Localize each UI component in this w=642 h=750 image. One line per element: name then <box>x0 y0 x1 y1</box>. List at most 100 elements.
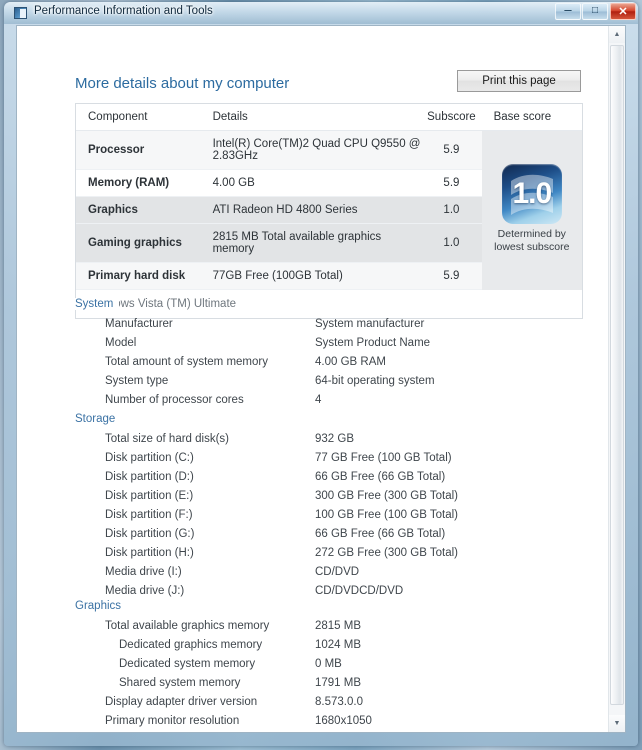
minimize-button[interactable]: – <box>555 3 581 20</box>
row-component: Memory (RAM) <box>76 169 201 197</box>
section-storage-label: Storage <box>75 413 116 425</box>
detail-value: 4.00 GB RAM <box>315 356 386 368</box>
base-caption-line-1: Determined by <box>497 228 566 240</box>
maximize-icon: □ <box>591 5 599 16</box>
detail-key: Model <box>105 337 137 349</box>
detail-row: Disk partition (C:) 77 GB Free (100 GB To… <box>75 452 583 471</box>
detail-row: Disk partition (D:) 66 GB Free (66 GB Tot… <box>75 471 583 490</box>
header-base-score: Base score <box>481 104 582 131</box>
minimize-icon: – <box>564 2 572 17</box>
detail-value: 64-bit operating system <box>315 375 435 387</box>
detail-value: 66 GB Free (66 GB Total) <box>315 528 446 540</box>
row-details: 77GB Free (100GB Total) <box>200 262 422 290</box>
detail-key: Shared system memory <box>119 677 241 689</box>
detail-row: Manufacturer System manufacturer <box>75 318 583 337</box>
detail-key: Total size of hard disk(s) <box>105 433 229 445</box>
row-subscore: 1.0 <box>421 223 482 263</box>
detail-row: System type 64-bit operating system <box>75 375 583 394</box>
vertical-scrollbar[interactable]: ▲ ▼ <box>608 26 625 732</box>
table-header-row: Component Details Subscore Base score <box>76 104 582 131</box>
row-details: 2815 MB Total available graphics memory <box>200 223 422 263</box>
detail-value: 4 <box>315 394 322 406</box>
detail-row: Disk partition (F:) 100 GB Free (100 GB T… <box>75 509 583 528</box>
section-storage-header: Storage <box>75 413 583 428</box>
detail-value: 66 GB Free (66 GB Total) <box>315 471 446 483</box>
row-details: 4.00 GB <box>200 169 422 197</box>
row-details: Intel(R) Core(TM)2 Quad CPU Q9550 @ 2.83… <box>200 130 422 170</box>
detail-key: System type <box>105 375 169 387</box>
detail-key: Dedicated graphics memory <box>119 639 263 651</box>
detail-row: Shared system memory 1791 MB <box>75 677 583 696</box>
section-graphics-header: Graphics <box>75 600 583 615</box>
detail-value: 1680x1050 <box>315 715 372 727</box>
section-storage: Storage Total size of hard disk(s) 932 GB… <box>75 413 583 604</box>
detail-key: Primary monitor resolution <box>105 715 240 727</box>
detail-value: 932 GB <box>315 433 354 445</box>
base-score-value: 1.0 <box>512 177 552 210</box>
detail-value: 100 GB Free (100 GB Total) <box>315 509 458 521</box>
header-details: Details <box>200 104 422 131</box>
client-area: More details about my computer Print thi… <box>16 25 626 733</box>
section-system-rows: Manufacturer System manufacturer Model Sys… <box>75 318 583 413</box>
maximize-button[interactable]: □ <box>582 3 608 20</box>
window-title: Performance Information and Tools <box>34 5 213 17</box>
detail-key: Manufacturer <box>105 318 173 330</box>
scroll-down-icon[interactable]: ▼ <box>609 715 625 732</box>
detail-row: Disk partition (E:) 300 GB Free (300 GB T… <box>75 490 583 509</box>
detail-key: Total available graphics memory <box>105 620 270 632</box>
detail-row: Number of processor cores 4 <box>75 394 583 413</box>
detail-row: Dedicated system memory 0 MB <box>75 658 583 677</box>
detail-row: Model System Product Name <box>75 337 583 356</box>
section-system: System Manufacturer System manufacturer M… <box>75 298 583 413</box>
title-bar[interactable]: Performance Information and Tools – □ ✕ <box>4 2 638 24</box>
close-icon: ✕ <box>618 6 628 18</box>
row-component: Gaming graphics <box>76 223 201 263</box>
scrollbar-thumb[interactable] <box>610 45 624 705</box>
detail-value: System Product Name <box>315 337 431 349</box>
content-pane: More details about my computer Print thi… <box>17 26 610 732</box>
print-this-page-button[interactable]: Print this page <box>457 70 581 92</box>
section-graphics: Graphics Total available graphics memory… <box>75 600 583 732</box>
close-button[interactable]: ✕ <box>610 3 636 20</box>
detail-row: Display adapter driver version 8.573.0.0 <box>75 696 583 715</box>
detail-row: Dedicated graphics memory 1024 MB <box>75 639 583 658</box>
section-system-header: System <box>75 298 583 313</box>
detail-key: Disk partition (G:) <box>105 528 195 540</box>
score-table: Component Details Subscore Base score Pr… <box>75 103 583 319</box>
detail-value: 8.573.0.0 <box>315 696 363 708</box>
row-details: ATI Radeon HD 4800 Series <box>200 196 422 224</box>
detail-key: Total amount of system memory <box>105 356 268 368</box>
row-component: Processor <box>76 130 201 170</box>
detail-key: Disk partition (D:) <box>105 471 194 483</box>
scroll-up-icon[interactable]: ▲ <box>609 26 625 43</box>
detail-value: CD/DVD <box>315 566 360 578</box>
row-subscore: 1.0 <box>421 196 482 224</box>
performance-app-icon <box>14 7 27 19</box>
section-system-label: System <box>75 298 114 310</box>
detail-value: 272 GB Free (300 GB Total) <box>315 547 458 559</box>
row-component: Primary hard disk <box>76 262 201 290</box>
application-window: Performance Information and Tools – □ ✕ … <box>4 2 638 746</box>
detail-row: Total amount of system memory 4.00 GB RAM <box>75 356 583 375</box>
page-title: More details about my computer <box>75 75 290 92</box>
detail-key: Disk partition (F:) <box>105 509 193 521</box>
detail-row: Total size of hard disk(s) 932 GB <box>75 433 583 452</box>
section-divider <box>75 608 583 609</box>
section-divider <box>75 421 583 422</box>
table-row: Processor Intel(R) Core(TM)2 Quad CPU Q9… <box>76 130 582 290</box>
detail-key: Disk partition (C:) <box>105 452 194 464</box>
detail-row: Total available graphics memory 2815 MB <box>75 620 583 639</box>
detail-value: 1024 MB <box>315 639 362 651</box>
detail-key: Disk partition (H:) <box>105 547 194 559</box>
section-graphics-rows: Total available graphics memory 2815 MB D… <box>75 620 583 732</box>
detail-key: Number of processor cores <box>105 394 244 406</box>
detail-key: Disk partition (E:) <box>105 490 194 502</box>
row-subscore: 5.9 <box>421 262 482 290</box>
detail-key: Display adapter driver version <box>105 696 258 708</box>
section-storage-rows: Total size of hard disk(s) 932 GB Disk pa… <box>75 433 583 604</box>
base-score-caption: Determined by lowest subscore <box>482 228 582 262</box>
detail-value: 2815 MB <box>315 620 362 632</box>
row-subscore: 5.9 <box>421 169 482 197</box>
detail-row: Media drive (I:) CD/DVD <box>75 566 583 585</box>
base-score-cell: 1.0 Determined by lowest subscore <box>481 130 582 290</box>
